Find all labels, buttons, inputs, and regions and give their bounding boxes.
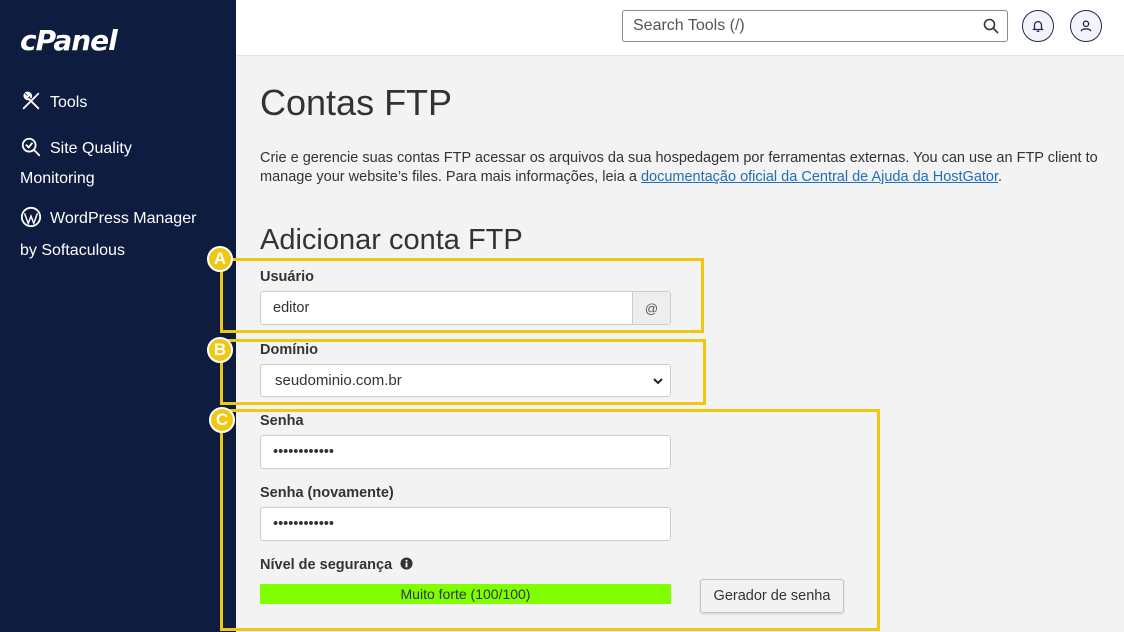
annotation-badge-a: A bbox=[207, 246, 233, 272]
sidebar-item-label-line2: by Softaculous bbox=[20, 242, 125, 259]
help-doc-link[interactable]: documentação oficial da Central de Ajuda… bbox=[641, 169, 998, 185]
highlight-box-b bbox=[220, 339, 706, 405]
page-description: Crie e gerencie suas contas FTP acessar … bbox=[260, 149, 1100, 187]
search-box bbox=[622, 10, 1008, 42]
highlight-box-a bbox=[220, 258, 704, 333]
bell-icon bbox=[1032, 20, 1044, 32]
search-input[interactable] bbox=[623, 11, 963, 41]
page-title: Contas FTP bbox=[260, 82, 453, 123]
wordpress-icon bbox=[20, 206, 42, 228]
sidebar-item-label: WordPress Manager bbox=[50, 210, 197, 227]
user-icon bbox=[1080, 20, 1092, 32]
tools-icon bbox=[20, 90, 42, 112]
sidebar-item-wordpress-manager[interactable]: WordPress Manager by Softaculous bbox=[20, 204, 220, 268]
sidebar-item-label: Tools bbox=[50, 94, 88, 111]
sidebar-item-site-quality[interactable]: Site Quality Monitoring bbox=[20, 134, 220, 194]
section-title: Adicionar conta FTP bbox=[260, 224, 523, 256]
magnifier-check-icon bbox=[20, 136, 42, 158]
annotation-badge-c: C bbox=[209, 407, 235, 433]
sidebar-item-label: Site Quality bbox=[50, 140, 132, 157]
user-menu-button[interactable] bbox=[1070, 10, 1102, 42]
description-end: . bbox=[998, 169, 1003, 185]
annotation-badge-b: B bbox=[207, 337, 233, 363]
cpanel-logo[interactable]: cPanel bbox=[20, 24, 118, 57]
search-icon[interactable] bbox=[983, 18, 999, 34]
highlight-box-c bbox=[220, 409, 880, 631]
notifications-button[interactable] bbox=[1022, 10, 1054, 42]
sidebar-item-label-line2: Monitoring bbox=[20, 170, 95, 187]
sidebar: cPanel Tools Site Quality Monitoring Wor… bbox=[0, 0, 236, 632]
sidebar-item-tools[interactable]: Tools bbox=[20, 88, 220, 118]
top-header bbox=[236, 0, 1124, 56]
